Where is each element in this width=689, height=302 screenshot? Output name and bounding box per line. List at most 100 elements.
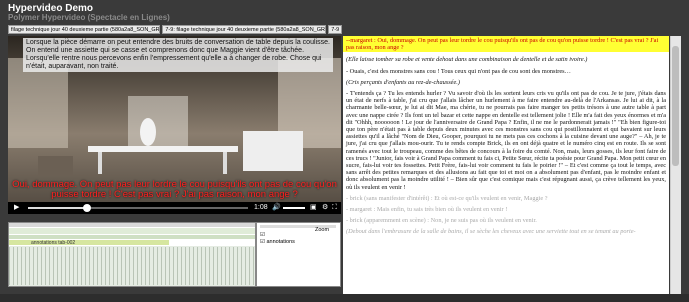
timeline-tick: [137, 247, 138, 285]
timeline-tick: [173, 247, 174, 285]
timeline-tick: [49, 247, 50, 285]
timeline-tick: [61, 247, 62, 285]
tab-bar: filage technique jour 40 deuxieme partie…: [8, 25, 342, 34]
checkbox-1[interactable]: ☑: [260, 232, 265, 238]
app-subtitle: Polymer Hypervideo (Spectacle en Lignes): [8, 13, 170, 22]
timeline-tick: [13, 247, 14, 285]
timeline-tick: [97, 247, 98, 285]
transcript-line[interactable]: - brick (apparemment en scène) : Non, je…: [343, 217, 669, 224]
timeline-tick: [9, 247, 10, 285]
timeline-options: Zoom ☑ ☑ annotations: [256, 222, 341, 287]
timeline-tick: [101, 247, 102, 285]
transcript-line[interactable]: (Debout dans l'embrasure de la salle de …: [343, 228, 669, 235]
annotation-timeline[interactable]: annotations tab-002: [8, 222, 256, 287]
timeline-row-label: annotations tab-002: [31, 240, 76, 246]
tab-video-3[interactable]: 7-9: [328, 25, 342, 34]
timeline-tick: [25, 247, 26, 285]
scrollbar-thumb[interactable]: [672, 46, 679, 166]
timeline-tick: [237, 247, 238, 285]
timeline-tick: [141, 247, 142, 285]
timeline-tick: [181, 247, 182, 285]
timeline-tick: [89, 247, 90, 285]
timeline-tick: [205, 247, 206, 285]
timeline-tracks: [9, 223, 255, 286]
progress-fill: [28, 207, 88, 209]
tab-video-1[interactable]: filage technique jour 40 deuxieme partie…: [8, 25, 161, 34]
timeline-tick: [29, 247, 30, 285]
timeline-tick: [241, 247, 242, 285]
timeline-tick: [209, 247, 210, 285]
timeline-tick: [149, 247, 150, 285]
timeline-tick: [133, 247, 134, 285]
timeline-tick: [53, 247, 54, 285]
play-icon[interactable]: ▶: [14, 202, 19, 214]
transcript-line[interactable]: - Ouais, c'est des monstres sans cou ! T…: [343, 68, 669, 75]
transcript-active-line[interactable]: --margaret : Oui, dommage. On peut pas l…: [343, 36, 669, 53]
timeline-tick: [41, 247, 42, 285]
timeline-tick: [221, 247, 222, 285]
tab-video-2[interactable]: 7-9: filage technique jour 40 deuxieme p…: [162, 25, 327, 34]
timeline-tick: [245, 247, 246, 285]
timeline-tick: [93, 247, 94, 285]
timeline-tick: [17, 247, 18, 285]
progress-knob[interactable]: [83, 204, 92, 212]
zoom-label: Zoom: [315, 227, 330, 233]
player-controls: ▶ 1:08 🔊 ▣ ⚙ ⛶: [8, 202, 341, 214]
timeline-tick: [117, 247, 118, 285]
timeline-tick: [109, 247, 110, 285]
timeline-tick: [57, 247, 58, 285]
timeline-tick: [253, 247, 254, 285]
video-player[interactable]: Lorsque la pièce démarre on peut entendr…: [8, 36, 341, 214]
timeline-tick: [37, 247, 38, 285]
transcript-scrollbar[interactable]: [670, 36, 681, 294]
timeline-tick: [21, 247, 22, 285]
timeline-tick: [177, 247, 178, 285]
checkbox-annotations-label: annotations: [266, 239, 295, 245]
timeline-tick: [233, 247, 234, 285]
timeline-tick: [201, 247, 202, 285]
timeline-tick: [77, 247, 78, 285]
timeline-tick: [81, 247, 82, 285]
transcript-line[interactable]: (Elle laisse tomber sa robe et vente deh…: [343, 56, 669, 63]
timeline-tick: [165, 247, 166, 285]
volume-slider[interactable]: [283, 207, 305, 209]
timeline-tick: [85, 247, 86, 285]
timeline-tick: [193, 247, 194, 285]
timeline-tick: [121, 247, 122, 285]
progress-bar[interactable]: [28, 204, 248, 212]
transcript-line[interactable]: - T'entends ça ? Tu les entends hurler ?…: [343, 90, 669, 191]
timeline-tick: [213, 247, 214, 285]
timeline-tick: [33, 247, 34, 285]
bottom-bar: [0, 294, 689, 302]
checkbox-annotations[interactable]: ☑: [260, 239, 265, 245]
timeline-tick: [45, 247, 46, 285]
timeline-tick: [225, 247, 226, 285]
timeline-tick: [161, 247, 162, 285]
timeline-tick: [125, 247, 126, 285]
transcript-panel[interactable]: --margaret : Oui, dommage. On peut pas l…: [343, 36, 669, 294]
timeline-tick: [69, 247, 70, 285]
timeline-tick: [157, 247, 158, 285]
transcript-line[interactable]: - margaret : Mais enfin, tu sais très bi…: [343, 206, 669, 213]
timeline-tick: [153, 247, 154, 285]
fullscreen-icon[interactable]: ⛶: [332, 202, 337, 214]
timeline-tick: [129, 247, 130, 285]
captions-icon[interactable]: ▣: [310, 202, 317, 214]
timeline-tick: [65, 247, 66, 285]
time-display: 1:08: [254, 204, 268, 211]
settings-icon[interactable]: ⚙: [322, 202, 328, 214]
timeline-tick: [73, 247, 74, 285]
timeline-tick: [169, 247, 170, 285]
volume-icon[interactable]: 🔊: [272, 202, 281, 214]
timeline-tick: [189, 247, 190, 285]
transcript-line[interactable]: - brick (sans manifester d'intérêt) : Et…: [343, 195, 669, 202]
timeline-tick: [229, 247, 230, 285]
video-caption-top: Lorsque la pièce démarre on peut entendr…: [23, 38, 333, 72]
timeline-tick: [105, 247, 106, 285]
video-subtitle: Oui, dommage. On peut pas leur lordre le…: [12, 179, 337, 200]
timeline-tick: [249, 247, 250, 285]
timeline-tick: [113, 247, 114, 285]
timeline-tick: [217, 247, 218, 285]
timeline-tick: [197, 247, 198, 285]
transcript-line[interactable]: (Cris perçants d'enfants au rez-de-chaus…: [343, 79, 669, 86]
